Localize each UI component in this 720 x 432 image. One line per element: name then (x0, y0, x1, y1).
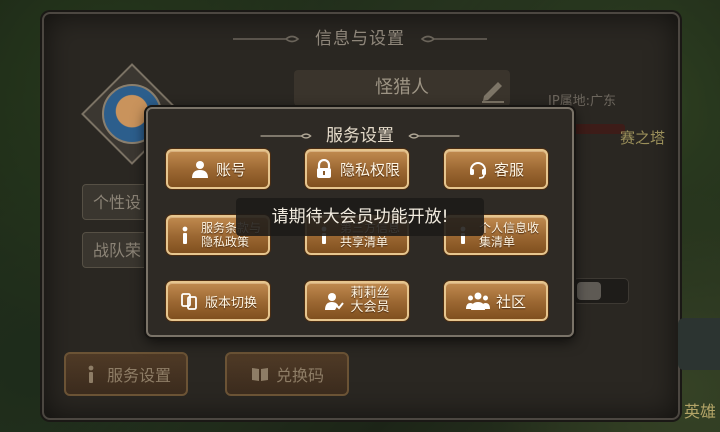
service-settings-button[interactable]: 服务设置 (64, 352, 188, 396)
side-menu-button[interactable] (678, 318, 720, 370)
customer-service-button[interactable]: 客服 (444, 149, 548, 189)
settings-toggle[interactable] (573, 278, 629, 304)
toggle-knob (577, 282, 601, 300)
book-icon (251, 368, 268, 381)
title-flourish-right-icon (421, 35, 488, 43)
community-button[interactable]: 社区 (444, 281, 548, 321)
lock-icon (316, 159, 331, 178)
privacy-permissions-label: 隐私权限 (339, 160, 400, 179)
redeem-code-label: 兑换码 (275, 366, 324, 385)
right-side-label: 赛之塔 (620, 129, 666, 147)
title-flourish-left-icon (232, 35, 299, 43)
account-label: 账号 (215, 160, 246, 179)
popup-flourish-left-icon (260, 133, 312, 139)
info-icon (88, 365, 94, 383)
service-popup-title-row: 服务设置 (148, 121, 572, 146)
service-popup-title: 服务设置 (326, 126, 394, 146)
privacy-permissions-button[interactable]: 隐私权限 (305, 149, 409, 189)
personal-info-collection-label: 个人信息收 集清单 (478, 221, 539, 249)
lilith-vip-button[interactable]: 莉莉丝 大会员 (305, 281, 409, 321)
switch-icon (181, 293, 197, 310)
community-icon (465, 292, 490, 310)
info-icon (182, 226, 188, 244)
edge-label: 英雄 (684, 402, 717, 421)
main-panel-title: 信息与设置 (315, 29, 405, 49)
lilith-vip-label: 莉莉丝 大会员 (350, 286, 390, 315)
pencil-icon[interactable] (478, 74, 508, 104)
user-icon (191, 161, 208, 178)
version-switch-label: 版本切换 (204, 295, 257, 311)
redeem-code-button[interactable]: 兑换码 (225, 352, 349, 396)
customer-service-label: 客服 (493, 160, 524, 179)
account-button[interactable]: 账号 (166, 149, 270, 189)
vip-user-icon (325, 293, 345, 310)
headset-icon (469, 162, 486, 179)
community-label: 社区 (495, 292, 526, 311)
version-switch-button[interactable]: 版本切换 (166, 281, 270, 321)
popup-flourish-right-icon (408, 133, 460, 139)
main-panel-title-row: 信息与设置 (0, 24, 720, 49)
toast-message: 请期待大会员功能开放! (236, 198, 484, 236)
service-settings-label: 服务设置 (106, 366, 171, 385)
